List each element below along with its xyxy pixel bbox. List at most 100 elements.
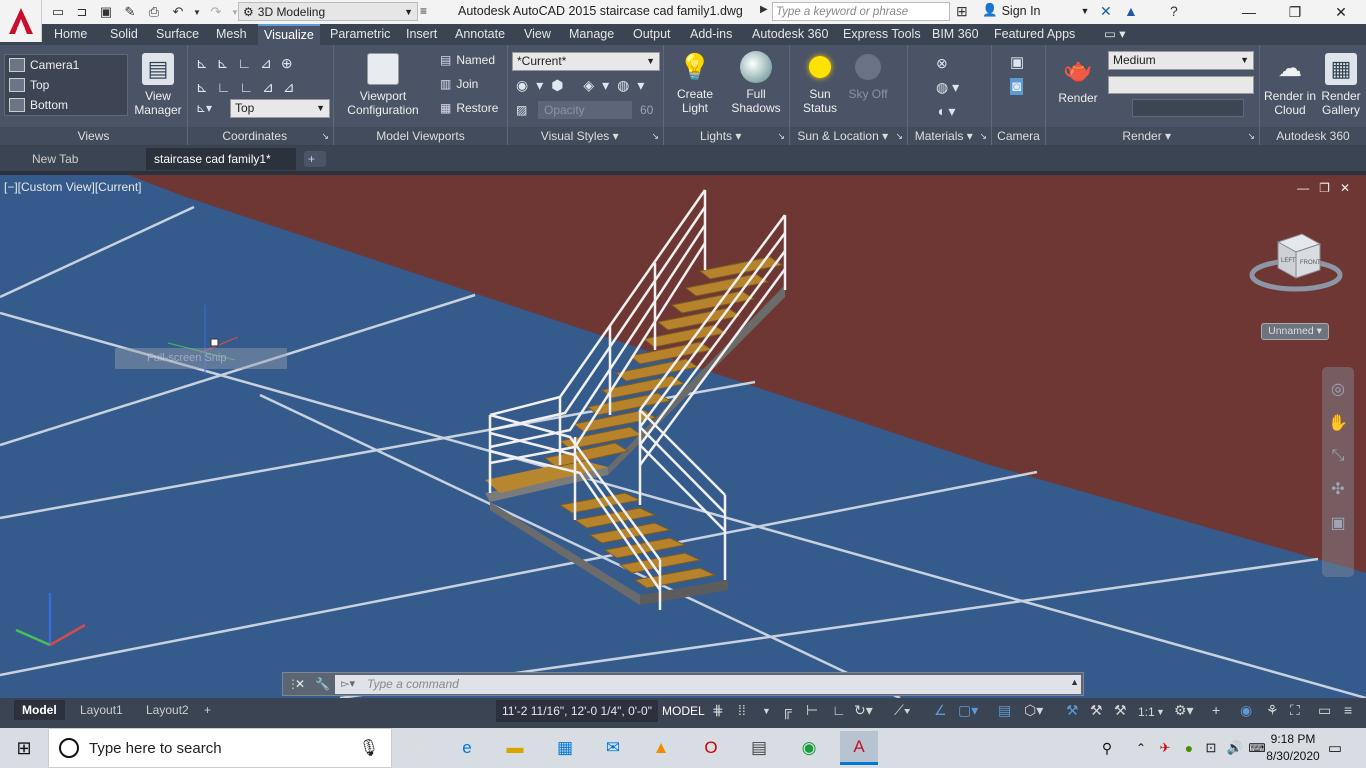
- layout-tab-model[interactable]: Model: [14, 700, 65, 720]
- ribbon-options-icon[interactable]: ▭ ▾: [1098, 24, 1132, 45]
- maximize-button[interactable]: ❐: [1272, 0, 1318, 24]
- chrome-icon[interactable]: ◉: [794, 734, 824, 762]
- join-button[interactable]: ▥ Join: [440, 74, 478, 94]
- fullscreen-icon[interactable]: ▭: [1318, 702, 1331, 719]
- render-gallery-button[interactable]: ▦ Render Gallery: [1316, 53, 1366, 117]
- zoom-extents-icon[interactable]: ⤡: [1332, 447, 1345, 465]
- grid-icon[interactable]: ⋕: [712, 702, 724, 719]
- a360-icon[interactable]: ▲: [1124, 3, 1138, 19]
- plot-icon[interactable]: ⎙: [144, 2, 164, 22]
- clean-screen-icon[interactable]: ⛶: [1290, 702, 1300, 719]
- help-icon[interactable]: ?: [1170, 3, 1178, 19]
- sign-in-button[interactable]: 👤 Sign In ▼: [982, 3, 1089, 18]
- edge-browser-icon[interactable]: e: [452, 734, 482, 762]
- close-button[interactable]: ✕: [1318, 0, 1364, 24]
- file-tab-staircase[interactable]: staircase cad family1* ✕: [146, 148, 296, 188]
- undo-icon[interactable]: ↶: [168, 2, 188, 22]
- command-history-icon[interactable]: ▲: [1070, 677, 1079, 687]
- infer-constraints-icon[interactable]: ╔: [782, 702, 792, 718]
- snap-dropdown-icon[interactable]: ▼: [762, 706, 771, 716]
- viewport-close-icon[interactable]: ✕: [1340, 181, 1350, 195]
- recent-commands-icon[interactable]: ▻▾: [341, 677, 355, 690]
- command-input[interactable]: Type a command: [335, 675, 1081, 694]
- tab-featured-apps[interactable]: Featured Apps: [988, 24, 1081, 45]
- coordinates-readout[interactable]: 11'-2 11/16", 12'-0 1/4", 0'-0": [496, 700, 658, 722]
- ucs-tools-icons[interactable]: ⊾⊾∟⊿⊕ ⊾∟∟⊿⊿: [196, 51, 304, 99]
- task-view-icon[interactable]: ⧉: [402, 734, 432, 762]
- steering-wheel-icon[interactable]: ◎: [1331, 379, 1345, 399]
- ucs-menu[interactable]: Unnamed ▾: [1261, 323, 1329, 340]
- object-snap-icon[interactable]: ▢▾: [958, 702, 978, 719]
- hardware-acceleration-icon[interactable]: ◉: [1240, 702, 1252, 719]
- network-app-icon[interactable]: ▤: [744, 734, 774, 762]
- panel-title-visual-styles[interactable]: Visual Styles ▾ ↘: [508, 127, 663, 145]
- qat-menu-icon[interactable]: ≡: [420, 4, 427, 18]
- save-icon[interactable]: ▣: [96, 2, 116, 22]
- sun-status-button[interactable]: Sun Status: [796, 51, 844, 115]
- tab-express-tools[interactable]: Express Tools: [837, 24, 927, 45]
- xray-icon[interactable]: ▨: [516, 103, 527, 117]
- microphone-icon[interactable]: 🎙: [359, 738, 379, 758]
- panel-title-lights[interactable]: Lights ▾ ↘: [664, 127, 789, 145]
- close-cmd-icon[interactable]: ✕: [295, 677, 305, 691]
- visual-style-tools-icons[interactable]: ◉▾⬢ ◈▾◍▾: [516, 77, 652, 94]
- tab-view[interactable]: View: [518, 24, 557, 45]
- opacity-slider[interactable]: Opacity: [538, 101, 632, 119]
- isolate-objects-icon[interactable]: ⚘: [1266, 702, 1279, 719]
- tab-addins[interactable]: Add-ins: [684, 24, 738, 45]
- tab-solid[interactable]: Solid: [104, 24, 144, 45]
- sky-off-button[interactable]: Sky Off: [844, 51, 892, 101]
- new-file-icon[interactable]: ▭: [48, 2, 68, 22]
- search-expand-icon[interactable]: ▶: [760, 4, 768, 15]
- redo-icon[interactable]: ↷: [206, 2, 226, 22]
- view-item-bottom[interactable]: Bottom: [9, 95, 68, 115]
- tab-bim360[interactable]: BIM 360: [926, 24, 985, 45]
- system-clock[interactable]: 9:18 PM 8/30/2020: [1266, 731, 1320, 765]
- taskbar-search-input[interactable]: Type here to search 🎙: [48, 728, 392, 768]
- viewport-minimize-icon[interactable]: —: [1297, 181, 1309, 195]
- exchange-apps-icon[interactable]: ✕: [1100, 3, 1112, 20]
- object-snap-tracking-icon[interactable]: ∠: [934, 702, 947, 719]
- materials-tools-icons[interactable]: ⊗ ◍ ▾ ◖ ▾: [936, 51, 959, 123]
- annotation-scale-value[interactable]: 1:1: [1138, 705, 1155, 719]
- autocad-taskbar-icon[interactable]: A: [840, 731, 878, 765]
- view-item-top[interactable]: Top: [9, 75, 49, 95]
- drawing-viewport[interactable]: [−][Custom View][Current] — ❐ ✕ Full-scr…: [0, 175, 1366, 698]
- layout-tab-layout1[interactable]: Layout1: [72, 700, 131, 720]
- search-input[interactable]: Type a keyword or phrase: [772, 2, 950, 21]
- view-item-camera1[interactable]: Camera1: [9, 55, 79, 75]
- vlc-icon[interactable]: ▲: [646, 734, 676, 762]
- render-quality-select[interactable]: Medium ▼: [1108, 51, 1254, 70]
- new-tab-plus-icon[interactable]: +: [304, 151, 326, 167]
- customization-menu-icon[interactable]: ≡: [1344, 702, 1352, 718]
- showmotion-icon[interactable]: ▣: [1330, 513, 1345, 533]
- visual-style-select[interactable]: *Current* ▼: [512, 52, 660, 71]
- scale-dropdown-icon[interactable]: ▼: [1156, 707, 1165, 717]
- autocad-logo-icon[interactable]: [0, 0, 42, 42]
- views-list[interactable]: Camera1 Top Bottom: [4, 54, 128, 116]
- render-button[interactable]: 🫖 Render: [1052, 55, 1104, 106]
- polar-icon[interactable]: ↻▾: [854, 702, 873, 719]
- workspace-select[interactable]: ⚙ 3D Modeling ▼: [238, 2, 418, 21]
- layout-tab-layout2[interactable]: Layout2: [138, 700, 197, 720]
- dynamic-input-icon[interactable]: ⊢: [806, 702, 818, 719]
- viewport-configuration-button[interactable]: Viewport Configuration: [340, 53, 426, 117]
- tab-manage[interactable]: Manage: [563, 24, 620, 45]
- tab-parametric[interactable]: Parametric: [324, 24, 396, 45]
- render-in-cloud-button[interactable]: ☁ Render in Cloud: [1262, 53, 1318, 118]
- ortho-icon[interactable]: ∟: [832, 702, 846, 718]
- pan-hand-icon[interactable]: ✋: [1328, 413, 1348, 433]
- annotation-scale-icon[interactable]: ⚒: [1114, 702, 1127, 719]
- selection-cycling-icon[interactable]: ▤: [998, 702, 1011, 719]
- workspace-gear-icon[interactable]: ⚙▾: [1174, 702, 1194, 719]
- save-as-icon[interactable]: ✎: [120, 2, 140, 22]
- notifications-icon[interactable]: ▭: [1320, 734, 1350, 762]
- tab-annotate[interactable]: Annotate: [449, 24, 511, 45]
- tab-surface[interactable]: Surface: [150, 24, 205, 45]
- camera-tools-icons[interactable]: ▣ ◙: [1010, 51, 1024, 99]
- tab-insert[interactable]: Insert: [400, 24, 443, 45]
- panel-title-render[interactable]: Render ▾ ↘: [1046, 127, 1259, 145]
- open-file-icon[interactable]: ⊐: [72, 2, 92, 22]
- plus-icon[interactable]: +: [1212, 702, 1220, 718]
- viewport-restore-icon[interactable]: ❐: [1319, 181, 1330, 195]
